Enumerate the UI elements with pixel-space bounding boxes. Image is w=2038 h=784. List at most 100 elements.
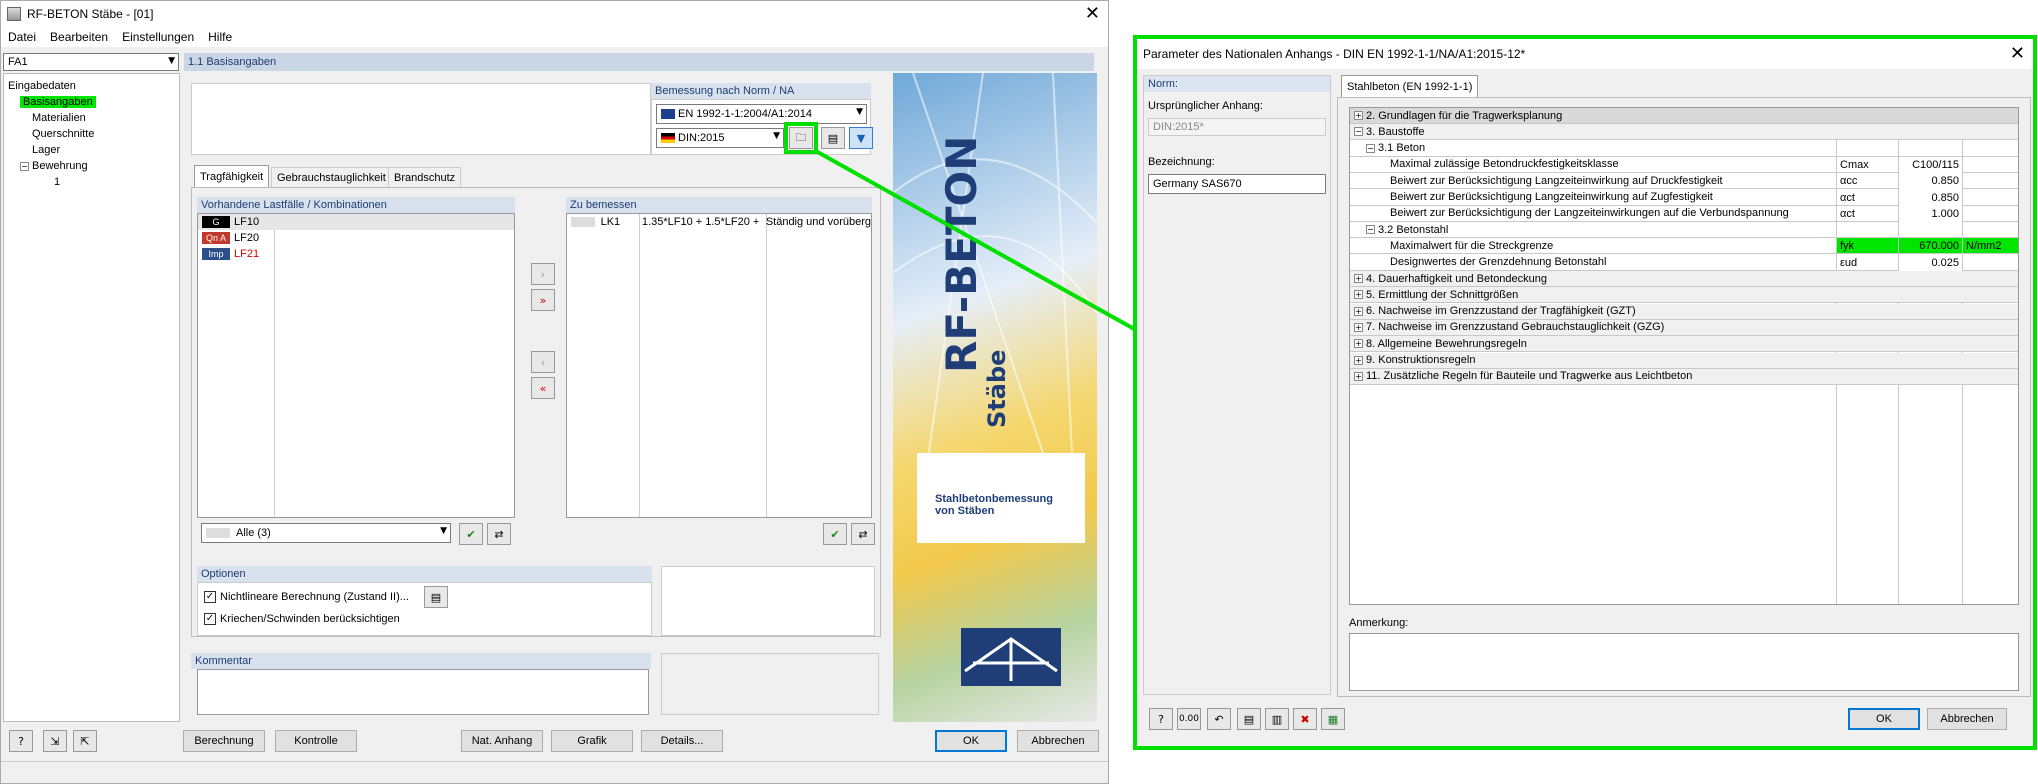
parameter-unit [1962,205,2018,222]
parameter-text: Maximalwert für die Streckgrenze [1390,239,1554,252]
expand-icon[interactable]: + [1354,355,1363,365]
parameter-text: 9. Konstruktionsregeln [1366,354,1476,366]
parameter-row[interactable]: Beiwert zur Berücksichtigung der Langzei… [1350,205,2018,222]
parameter-symbol: Cmax [1836,156,1898,173]
parameter-text: 6. Nachweise im Grenzzustand der Tragfäh… [1366,305,1636,318]
load-button[interactable]: ▤ [1237,708,1261,730]
parameter-symbol: εud [1836,254,1898,271]
open-icon: ▤ [1243,712,1255,726]
parameter-label: +9. Konstruktionsregeln [1350,354,1836,366]
name-input[interactable]: Germany SAS670 [1148,174,1326,194]
parameter-label: Maximal zulässige Betondruckfestigkeitsk… [1350,158,1836,170]
parameter-text: Maximal zulässige Betondruckfestigkeitsk… [1390,158,1619,171]
parameter-row[interactable]: +5. Ermittlung der Schnittgrößen [1350,287,2018,304]
parameter-text: 3.1 Beton [1378,142,1426,155]
parameter-row[interactable]: −3. Baustoffe [1350,124,2018,141]
parameter-label: −3.1 Beton [1350,142,1836,154]
parameter-row[interactable]: Maximalwert für die Streckgrenze fyk 670.0… [1350,238,2018,255]
parameter-row[interactable]: Maximal zulässige Betondruckfestigkeitsk… [1350,156,2018,173]
expand-icon[interactable]: + [1354,306,1363,316]
parameter-grid: +2. Grundlagen für die Tragwerksplanung −… [1349,107,2019,605]
parameter-row[interactable]: +2. Grundlagen für die Tragwerksplanung [1350,108,2018,124]
expand-icon[interactable]: + [1354,290,1363,300]
excel-icon: ▦ [1327,712,1339,726]
parameter-row[interactable]: +8. Allgemeine Bewehrungsregeln [1350,336,2018,353]
parameter-text: 3.2 Betonstahl [1378,223,1449,236]
parameter-unit [1962,254,2018,271]
collapse-icon[interactable]: − [1366,225,1375,235]
parameter-row[interactable]: +6. Nachweise im Grenzzustand der Tragfä… [1350,303,2018,320]
remark-label: Anmerkung: [1349,617,1409,629]
parameter-symbol: fyk [1836,238,1898,255]
parameter-text: 5. Ermittlung der Schnittgrößen [1366,288,1519,301]
delete-button[interactable]: ✖ [1293,708,1317,730]
parameter-value[interactable]: 1.000 [1898,205,1962,222]
help-icon: ? [1158,712,1164,726]
expand-icon[interactable]: + [1354,371,1363,381]
parameter-label: Beiwert zur Berücksichtigung Langzeitein… [1350,191,1836,203]
parameter-row[interactable]: Beiwert zur Berücksichtigung Langzeitein… [1350,189,2018,206]
parameter-text: 7. Nachweise im Grenzzustand Gebrauchsta… [1366,321,1665,334]
undo-icon: ↶ [1214,712,1224,726]
parameter-label: −3.2 Betonstahl [1350,224,1836,236]
parameter-label: +4. Dauerhaftigkeit und Betondeckung [1350,273,1836,285]
parameter-row[interactable]: +11. Zusätzliche Regeln für Bauteile und… [1350,368,2018,385]
parameter-row[interactable]: +9. Konstruktionsregeln [1350,352,2018,369]
parameter-text: Beiwert zur Berücksichtigung Langzeitein… [1390,174,1723,187]
excel-export-button[interactable]: ▦ [1321,708,1345,730]
parameter-value[interactable]: 0.025 [1898,254,1962,271]
remark-box[interactable] [1349,633,2019,691]
collapse-icon[interactable]: − [1366,143,1375,153]
save-icon: ▥ [1271,712,1283,726]
collapse-icon[interactable]: − [1354,127,1363,137]
parameter-text: 3. Baustoffe [1366,125,1425,138]
parameter-unit [1962,173,2018,190]
parameter-unit [1962,156,2018,173]
dialog-title-bar: Parameter des Nationalen Anhangs - DIN E… [1137,39,2033,69]
parameter-text: 11. Zusätzliche Regeln für Bauteile und … [1366,370,1693,383]
parameter-text: Beiwert zur Berücksichtigung der Langzei… [1390,207,1789,220]
parameter-symbol: αct [1836,205,1898,222]
parameter-label: −3. Baustoffe [1350,126,1836,138]
parameter-unit: N/mm2 [1962,238,2018,255]
expand-icon[interactable]: + [1354,274,1363,283]
parameter-row[interactable]: +4. Dauerhaftigkeit und Betondeckung [1350,271,2018,287]
save-button[interactable]: ▥ [1265,708,1289,730]
reset-button[interactable]: ↶ [1207,708,1231,730]
parameter-text: 2. Grundlagen für die Tragwerksplanung [1366,109,1563,122]
expand-icon[interactable]: + [1354,322,1363,332]
tab-stahlbeton[interactable]: Stahlbeton (EN 1992-1-1) [1341,75,1479,97]
parameter-row[interactable]: Beiwert zur Berücksichtigung Langzeitein… [1350,173,2018,190]
parameter-label: Maximalwert für die Streckgrenze [1350,240,1836,252]
name-label: Bezeichnung: [1148,156,1215,168]
parameter-value[interactable]: 670.000 [1898,238,1962,255]
parameter-label: +11. Zusätzliche Regeln für Bauteile und… [1350,370,1836,382]
parameter-symbol: αct [1836,189,1898,206]
parameter-row[interactable]: Designwertes der Grenzdehnung Betonstahl… [1350,254,2018,271]
parameter-value[interactable]: C100/115 [1898,156,1962,173]
parameter-label: +6. Nachweise im Grenzzustand der Tragfä… [1350,305,1836,317]
national-annex-dialog: Parameter des Nationalen Anhangs - DIN E… [1133,35,2037,750]
expand-icon[interactable]: + [1354,111,1363,120]
parameter-row[interactable]: +7. Nachweise im Grenzzustand Gebrauchst… [1350,319,2018,336]
dialog-cancel-button[interactable]: Abbrechen [1927,708,2007,730]
parameter-label: Beiwert zur Berücksichtigung der Langzei… [1350,207,1836,219]
units-button[interactable]: 0.00 [1177,708,1201,730]
parameter-value[interactable]: 0.850 [1898,173,1962,190]
parameter-label: +5. Ermittlung der Schnittgrößen [1350,289,1836,301]
parameter-symbol: αcc [1836,173,1898,190]
close-icon[interactable]: ✕ [2010,43,2025,64]
parameter-label: +2. Grundlagen für die Tragwerksplanung [1350,110,1836,122]
norm-label: Norm: [1144,76,1330,92]
parameter-value[interactable]: 0.850 [1898,189,1962,206]
dialog-title: Parameter des Nationalen Anhangs - DIN E… [1143,47,1526,61]
dialog-ok-button[interactable]: OK [1848,708,1920,730]
parameter-row[interactable]: −3.1 Beton [1350,141,2018,157]
parameter-unit [1962,189,2018,206]
parameter-label: +8. Allgemeine Bewehrungsregeln [1350,338,1836,350]
delete-icon: ✖ [1300,712,1310,726]
parameter-row[interactable]: −3.2 Betonstahl [1350,222,2018,239]
help-button[interactable]: ? [1149,708,1173,730]
parameter-text: Designwertes der Grenzdehnung Betonstahl [1390,256,1607,269]
expand-icon[interactable]: + [1354,339,1363,349]
